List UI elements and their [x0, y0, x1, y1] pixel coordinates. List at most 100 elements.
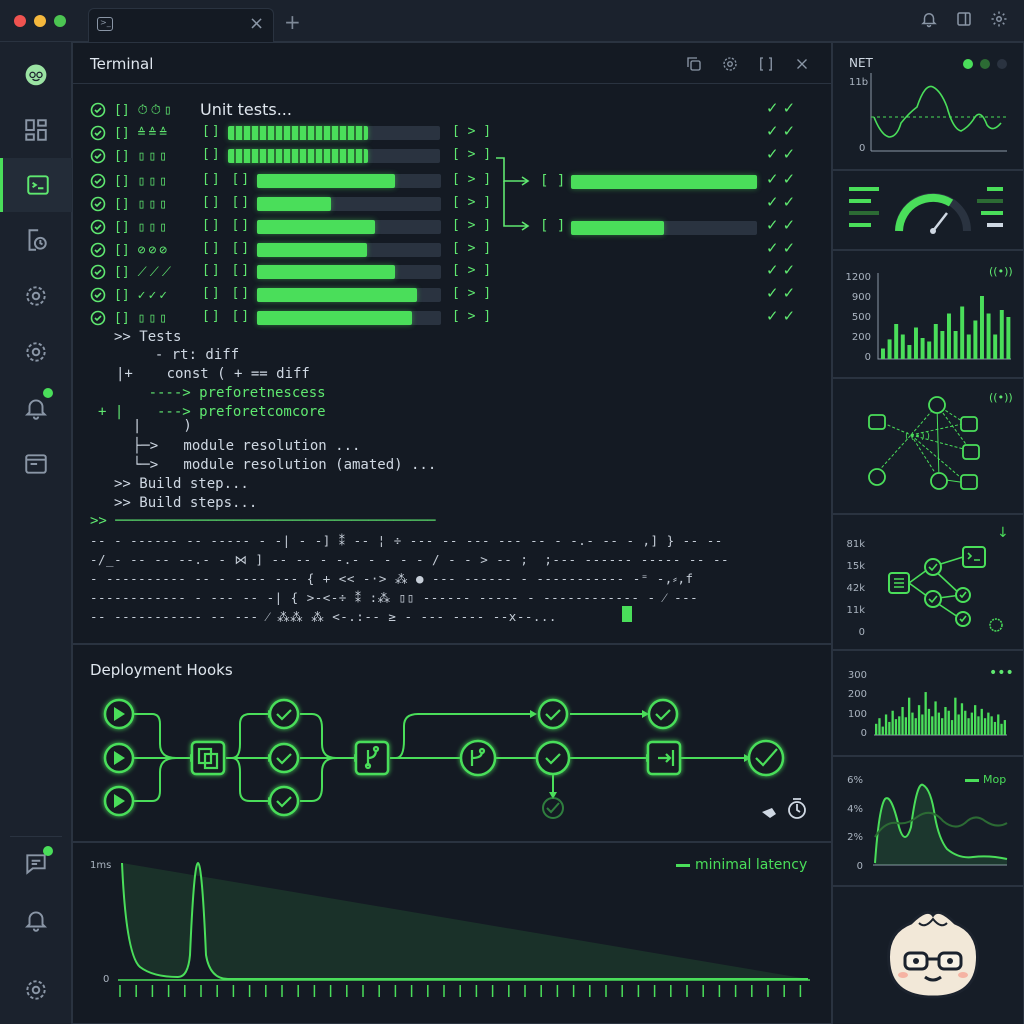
bar	[966, 334, 971, 359]
task-progress-fill	[257, 311, 412, 325]
y-tick-label: 4%	[847, 803, 863, 815]
unit-tests-label: Unit tests...	[200, 100, 292, 119]
task-run-button[interactable]: [ > ]	[452, 309, 491, 324]
y-tick-label: 2%	[847, 832, 863, 844]
task-row[interactable]: [] ▯▯▯	[90, 309, 170, 327]
task-row[interactable]: [] ⊘⊘⊘	[90, 241, 170, 259]
download-icon[interactable]: ↓	[997, 525, 1009, 541]
copy-icon[interactable]	[685, 55, 703, 73]
task-bracket: []	[114, 219, 130, 235]
close-icon[interactable]	[793, 55, 811, 73]
task-bracket: [] []	[202, 172, 252, 187]
sidebar-item-history[interactable]	[0, 214, 72, 266]
net-status-dot	[963, 59, 973, 69]
bar	[1006, 317, 1011, 359]
y-tick-label: 81k	[846, 539, 865, 550]
check-circle-icon	[90, 242, 106, 258]
terminal-icon	[26, 175, 49, 195]
task-row[interactable]: [] ▯▯▯	[90, 218, 170, 236]
gear-icon	[26, 342, 46, 362]
task-status-checks: ✓✓	[766, 239, 800, 257]
task-row[interactable]: [] ✓✓✓	[90, 286, 170, 304]
y-tick-label: 1200	[845, 272, 871, 283]
sidebar-item-dashboard[interactable]	[0, 104, 72, 156]
sidebar-item-console[interactable]	[0, 438, 72, 490]
maximize-window-button[interactable]	[54, 15, 66, 27]
bar	[986, 313, 991, 359]
log-line: ├─> module resolution ...	[116, 438, 361, 454]
task-bracket: []	[114, 287, 130, 303]
mascot-panel	[832, 886, 1024, 1024]
file-icons: ✓✓✓	[137, 287, 171, 303]
log-line: ----> preforetnescess	[98, 385, 326, 401]
sidebar-item-settings[interactable]	[0, 270, 72, 322]
check-circle-icon	[90, 196, 106, 212]
sidebar-item-chat[interactable]	[0, 838, 72, 890]
task-progress-fill	[257, 220, 375, 234]
task-row[interactable]: [] ⏱⏱▯	[90, 101, 175, 119]
bar	[881, 348, 885, 359]
bell-icon	[24, 911, 48, 932]
net-status-dot	[997, 59, 1007, 69]
bar	[999, 310, 1004, 359]
sidebar-item-app-settings[interactable]	[0, 964, 72, 1016]
tab-terminal[interactable]: >_ ×	[88, 8, 274, 42]
network-graph-panel: ((•)) ((•))	[832, 378, 1024, 514]
task-run-button[interactable]: [ > ]	[452, 124, 491, 139]
task-run-button[interactable]: [ > ]	[452, 147, 491, 162]
bar-chart-panel: 1200 900 500 200 0 ((•))	[832, 250, 1024, 378]
gear-icon[interactable]	[988, 10, 1010, 32]
check-circle-icon	[90, 125, 106, 141]
task-bracket: []	[114, 148, 130, 164]
task-bracket: []	[114, 173, 130, 189]
task-bracket: [] []	[202, 309, 252, 324]
task-row[interactable]: [] ≙≙≙	[90, 124, 170, 142]
task-run-button[interactable]: [ > ]	[452, 218, 491, 233]
y-tick-label: 0	[856, 861, 863, 872]
branch-progress-1	[571, 175, 757, 189]
task-run-button[interactable]: [ > ]	[452, 172, 491, 187]
task-progress-bar	[257, 243, 441, 257]
output-line: -/_- -- -- --.- - ⋈ ] -- -- - -.- - - - …	[90, 552, 729, 567]
gear-icon[interactable]	[721, 55, 739, 73]
sidebar-item-notifications[interactable]	[0, 382, 72, 434]
y-tick-label: 0	[858, 627, 865, 638]
task-bracket: []	[114, 102, 130, 118]
sidebar-item-preferences[interactable]	[0, 326, 72, 378]
app-logo[interactable]	[0, 48, 72, 100]
dashboard-icon	[25, 119, 47, 141]
task-row[interactable]: [] ▯▯▯	[90, 195, 170, 213]
check-circle-icon	[90, 173, 106, 189]
task-run-button[interactable]: [ > ]	[452, 263, 491, 278]
check-circle-icon	[90, 287, 106, 303]
bell-icon	[24, 399, 48, 420]
histogram-bar	[917, 705, 921, 735]
task-row[interactable]: [] ⟋⟋⟋	[90, 263, 174, 281]
split-view-icon[interactable]	[953, 10, 975, 32]
new-tab-button[interactable]: +	[284, 10, 301, 34]
task-run-button[interactable]: [ > ]	[452, 241, 491, 256]
file-icons: ≙≙≙	[137, 125, 171, 141]
task-run-button[interactable]: [ > ]	[452, 286, 491, 301]
sidebar-item-terminal[interactable]	[0, 158, 72, 212]
bell-icon[interactable]	[918, 10, 940, 32]
network-graph: ((•))	[868, 396, 980, 490]
histogram-bar	[1000, 723, 1003, 735]
bar	[894, 324, 899, 359]
close-tab-button[interactable]: ×	[249, 13, 264, 34]
task-run-button[interactable]: [ > ]	[452, 195, 491, 210]
brackets-icon[interactable]	[757, 55, 775, 73]
histogram-bar	[904, 717, 908, 735]
y-tick-label: 200	[851, 332, 871, 343]
histogram-bar	[977, 716, 980, 735]
file-icons: ▯▯▯	[137, 148, 171, 164]
bar	[920, 338, 925, 359]
close-window-button[interactable]	[14, 15, 26, 27]
task-row[interactable]: [] ▯▯▯	[90, 172, 170, 190]
minimize-window-button[interactable]	[34, 15, 46, 27]
file-icons: ⏱⏱▯	[137, 102, 175, 118]
histogram-bar	[947, 710, 950, 735]
task-bracket: [] []	[202, 241, 252, 256]
task-row[interactable]: [] ▯▯▯	[90, 147, 170, 165]
sidebar-item-alerts[interactable]	[0, 894, 72, 946]
